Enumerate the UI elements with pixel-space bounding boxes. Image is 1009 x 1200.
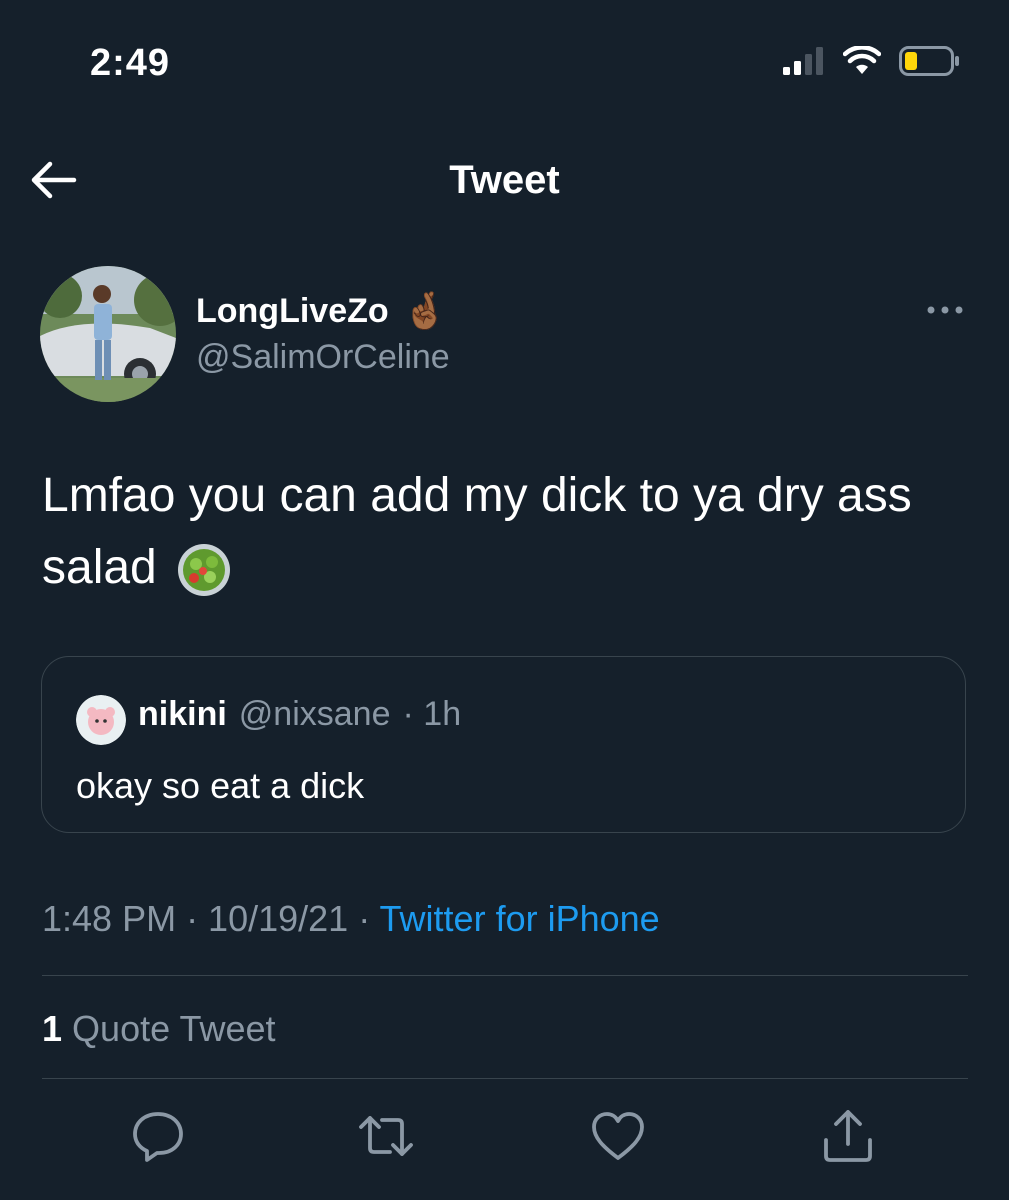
retweet-button[interactable] xyxy=(356,1106,416,1166)
tweet-text-body: Lmfao you can add my dick to ya dry ass … xyxy=(42,469,912,594)
share-button[interactable] xyxy=(818,1106,878,1166)
like-button[interactable] xyxy=(588,1106,648,1166)
more-options-button[interactable] xyxy=(925,300,965,320)
tweet-meta: 1:48 PM · 10/19/21 · Twitter for iPhone xyxy=(42,898,660,940)
author-display-name[interactable]: LongLiveZo xyxy=(196,292,389,331)
quoted-author-handle: @nixsane xyxy=(238,695,391,733)
tweet-text: Lmfao you can add my dick to ya dry ass … xyxy=(42,460,972,604)
divider xyxy=(42,1078,968,1079)
retweet-icon xyxy=(359,1116,413,1156)
like-icon xyxy=(592,1112,644,1160)
divider xyxy=(42,975,968,976)
quote-tweet-count[interactable]: 1 Quote Tweet xyxy=(42,1008,276,1050)
wifi-icon xyxy=(843,46,881,74)
author-handle[interactable]: @SalimOrCeline xyxy=(196,338,450,377)
share-icon xyxy=(824,1110,872,1162)
quote-count-label: Quote Tweet xyxy=(72,1008,276,1049)
status-icons xyxy=(783,46,961,76)
more-horizontal-icon xyxy=(927,306,963,314)
quoted-age: · 1h xyxy=(402,695,462,733)
quoted-text: okay so eat a dick xyxy=(76,765,365,806)
reply-icon xyxy=(133,1112,183,1162)
quoted-avatar xyxy=(76,695,126,745)
green-salad-icon xyxy=(176,542,232,598)
tweet-source-link[interactable]: Twitter for iPhone xyxy=(380,898,660,939)
quote-count-number: 1 xyxy=(42,1008,63,1049)
crossed-fingers-icon: 🤞🏾 xyxy=(402,290,448,331)
battery-icon xyxy=(899,46,959,76)
reply-button[interactable] xyxy=(128,1106,188,1166)
cellular-signal-icon xyxy=(783,47,823,75)
quoted-header: nikini @nixsane · 1h xyxy=(138,695,461,734)
author-name-row[interactable]: LongLiveZo 🤞🏾 xyxy=(196,290,447,332)
quoted-author-name: nikini xyxy=(138,695,227,733)
quoted-tweet-card[interactable]: nikini @nixsane · 1h okay so eat a dick xyxy=(41,656,966,833)
page-title: Tweet xyxy=(449,158,560,202)
avatar[interactable] xyxy=(40,266,176,402)
status-time: 2:49 xyxy=(90,42,171,84)
tweet-timestamp: 1:48 PM · 10/19/21 · xyxy=(42,898,371,939)
